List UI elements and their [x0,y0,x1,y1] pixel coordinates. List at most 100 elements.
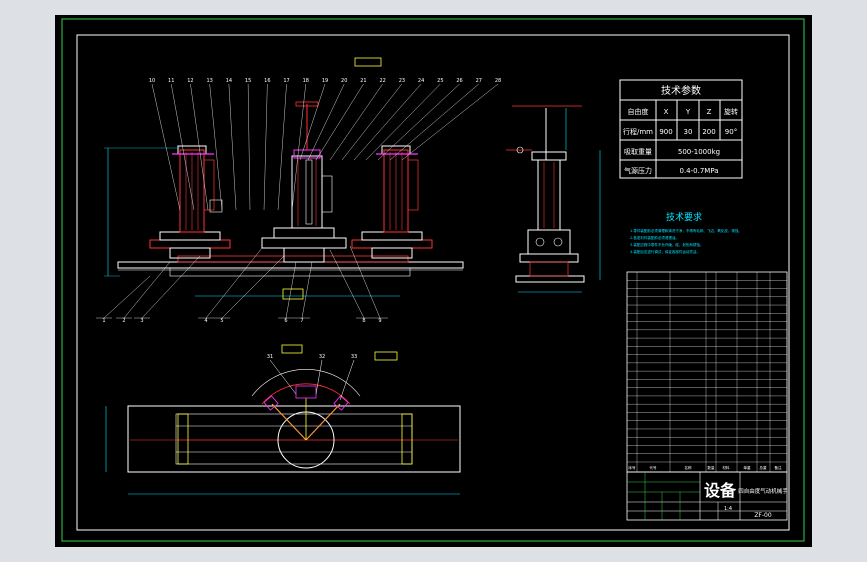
callout-number: 11 [168,78,174,84]
drawing-scale: 1:4 [724,506,732,512]
leader-line [301,261,313,319]
leader-line [171,83,195,211]
leader-line [151,83,181,211]
leader-line [401,83,499,161]
bom-header-cell: 材料 [722,465,730,470]
tech-params-table: 技术参数 自由度 X Y Z 旋转 行程/mm 900 30 200 90° 吸… [619,79,743,179]
leader-line [329,249,365,319]
callout-number: 14 [226,78,232,84]
leader-line [349,245,381,319]
bom-header-cell: 序号 [628,465,636,470]
leader-line [221,255,285,319]
leader-line [291,83,306,211]
bom-header-cell: 单重 [743,465,751,470]
param-cell: 200 [702,128,715,136]
tech-params-title: 技术参数 [661,84,701,97]
param-cell: 30 [684,128,693,136]
callout-number: 10 [149,78,155,84]
bom-header-cell: 备注 [774,465,782,470]
leader-line [141,255,201,319]
callout-number: 22 [379,78,385,84]
bom-header-cell: 总重 [759,465,767,470]
leader-line [205,247,263,319]
tech-requirements-title: 技术要求 [666,211,702,223]
callout-number: 8 [362,318,365,324]
param-cell: X [664,108,669,116]
product-name: 四自由度气动机械手 [738,487,788,495]
leader-line [190,83,209,211]
leader-line [209,83,223,211]
leader-line [123,261,171,319]
leader-line [285,261,297,319]
left-station [149,145,231,259]
bom-header-cell: 代号 [649,465,657,470]
callout-number: 24 [418,78,424,84]
requirement-line: 2.各密封件装配前必须浸透油。 [630,235,679,240]
callout-number: 6 [284,318,287,324]
leader-line [247,83,251,211]
param-label-stroke: 行程/mm [623,127,653,136]
guide-rail [177,255,409,263]
callout-number: 12 [187,78,193,84]
plan-view [105,344,461,495]
callout-number: 17 [283,78,289,84]
callout-number: 28 [495,78,501,84]
leader-line [341,83,403,161]
callout-number: 1 [102,318,105,324]
callout-number: 9 [378,318,381,324]
callout-number: 32 [319,354,325,360]
param-label-pressure: 气源压力 [624,166,652,175]
param-cell: 90° [725,128,737,136]
param-cell: 500-1000kg [678,148,720,156]
callout-number: 21 [360,78,366,84]
callout-number: 5 [220,318,223,324]
leader-line [277,83,287,211]
callout-number: 7 [300,318,303,324]
param-label-weight: 吸取重量 [624,148,652,156]
leader-line [377,83,460,161]
leader-line [299,83,326,161]
requirement-line: 4.装配后应进行调试，保证各部件运动灵活。 [630,249,700,254]
base-plate [117,261,464,269]
param-label-dof: 自由度 [628,107,649,116]
leader-line [103,275,151,319]
param-cell: 900 [659,128,672,136]
callout-number: 13 [206,78,212,84]
callout-number: 23 [399,78,405,84]
title-block-main-label: 设备 [704,481,737,500]
assembly-drawing: 10 11 12 13 14 15 16 17 18 19 20 21 22 23 24 25 26 27 281 2… [61,18,805,542]
bom-header-cell: 数量 [707,465,715,470]
callout-leaders: 10 11 12 13 14 15 16 17 18 19 20 21 22 23 24 25 26 27 281 2… [96,78,501,360]
side-view [506,105,601,293]
callout-number: 2 [122,318,125,324]
parts-list: 序号 代号 名称 数量 材料 单重 总重 备注 [626,271,788,473]
outer-frame [61,18,805,542]
param-cell: Y [685,108,691,116]
callout-number: 33 [351,354,357,360]
callout-number: 31 [267,354,273,360]
leader-line [307,83,345,161]
leader-line [228,83,237,211]
leader-line [353,83,422,161]
callout-number: 16 [264,78,270,84]
param-cell: Z [707,108,712,116]
callout-number: 25 [437,78,443,84]
front-view [104,57,464,300]
requirement-line: 1.零件装配前必须清理和清洗干净，不得有毛刺、飞边、氧化皮、锈蚀。 [630,228,742,233]
param-cell: 0.4-0.7MPa [679,167,718,175]
tech-requirements: 技术要求 1.零件装配前必须清理和清洗干净，不得有毛刺、飞边、氧化皮、锈蚀。 2… [630,211,742,254]
drawing-number: ZF-00 [754,512,772,519]
callout-number: 18 [303,78,309,84]
bom-header-cell: 名称 [684,465,692,470]
callout-number: 20 [341,78,347,84]
requirement-line: 3.装配过程中零件不允许磕、碰、划伤和锈蚀。 [630,242,703,247]
callout-number: 3 [140,318,143,324]
right-station [351,145,433,259]
callout-number: 19 [322,78,328,84]
param-cell: 旋转 [724,107,738,116]
leader-line [263,83,268,211]
callout-number: 27 [476,78,482,84]
callout-number: 15 [245,78,251,84]
cad-viewer: 10 11 12 13 14 15 16 17 18 19 20 21 22 23 24 25 26 27 28 1 2… [0,0,867,562]
center-station [261,101,347,263]
